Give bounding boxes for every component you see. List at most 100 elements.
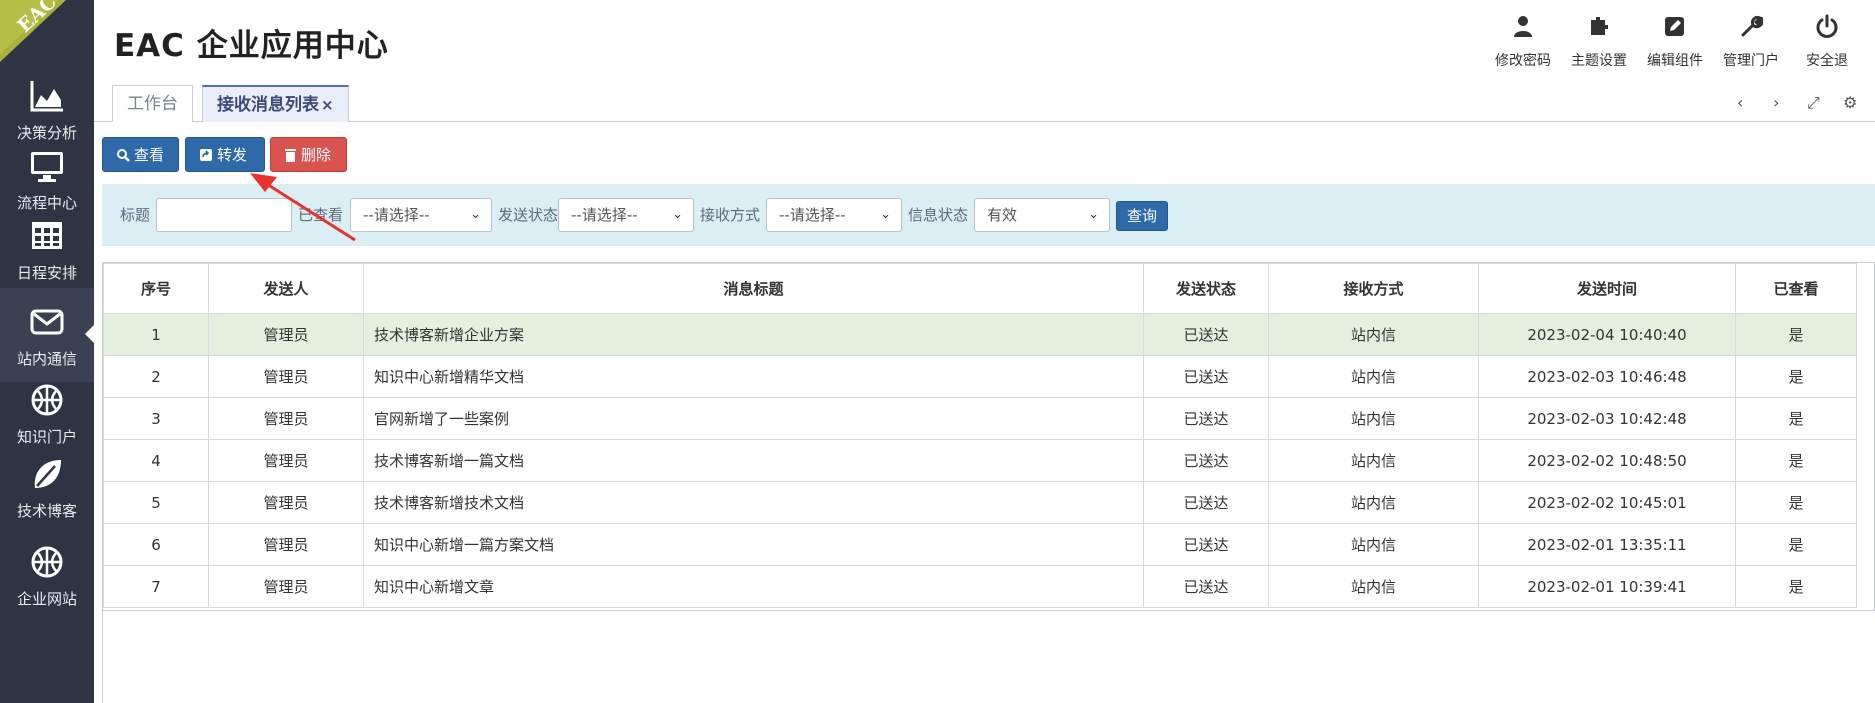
edit-components-button[interactable]: 编辑组件 — [1637, 14, 1713, 70]
column-header-title[interactable]: 消息标题 — [363, 263, 1144, 314]
chevron-down-icon: ⌄ — [470, 207, 481, 222]
table-row[interactable]: 6 管理员 知识中心新增一篇方案文档 已送达 站内信 2023-02-01 13:35:1… — [103, 523, 1857, 566]
table-row[interactable]: 7 管理员 知识中心新增文章 已送达 站内信 2023-02-01 10:39:41 是 — [103, 565, 1857, 608]
send-status-select[interactable]: --请选择-- ⌄ — [558, 198, 694, 232]
cell-send-status: 已送达 — [1143, 397, 1269, 440]
envelope-icon — [30, 309, 64, 335]
cell-send-time: 2023-02-03 10:46:48 — [1478, 355, 1736, 398]
cell-title: 技术博客新增一篇文档 — [363, 439, 1144, 482]
cell-receive-mode: 站内信 — [1268, 565, 1479, 608]
cell-send-status: 已送达 — [1143, 565, 1269, 608]
sidebar-item-label: 日程安排 — [16, 264, 77, 282]
view-button[interactable]: 查看 — [102, 137, 179, 172]
cell-title: 知识中心新增精华文档 — [363, 355, 1144, 398]
tab-bar: 工作台 接收消息列表 × ‹ › ⤢ ⚙ — [94, 85, 1875, 122]
header-toolbar: 修改密码 主题设置 编辑组件 管理门户 安全退 — [1485, 14, 1875, 74]
cell-sender: 管理员 — [208, 355, 364, 398]
title-filter-label: 标题 — [120, 206, 151, 224]
chevron-down-icon: ⌄ — [1088, 207, 1099, 222]
cell-receive-mode: 站内信 — [1268, 313, 1479, 356]
cell-sender: 管理员 — [208, 523, 364, 566]
fullscreen-icon[interactable]: ⤢ — [1807, 93, 1820, 113]
cell-index: 6 — [103, 523, 209, 566]
calendar-grid-icon — [32, 222, 62, 249]
filter-bar: 标题 已查看 --请选择-- ⌄ 发送状态 --请选择-- ⌄ 接收方式 --请… — [102, 184, 1875, 246]
info-status-select[interactable]: 有效 ⌄ — [974, 198, 1110, 232]
tab-label: 接收消息列表 — [217, 95, 319, 115]
chevron-left-icon[interactable]: ‹ — [1737, 93, 1743, 112]
delete-button[interactable]: 删除 — [270, 137, 347, 172]
column-header-sender[interactable]: 发送人 — [208, 263, 364, 314]
cell-viewed: 是 — [1735, 313, 1857, 356]
cell-index: 1 — [103, 313, 209, 356]
table-row[interactable]: 4 管理员 技术博客新增一篇文档 已送达 站内信 2023-02-02 10:48:50 是 — [103, 439, 1857, 482]
theme-settings-label: 主题设置 — [1571, 53, 1627, 69]
viewed-select[interactable]: --请选择-- ⌄ — [350, 198, 492, 232]
sidebar-item-tech-blog[interactable]: 技术博客 — [0, 440, 94, 534]
logout-button[interactable]: 安全退 — [1789, 14, 1865, 70]
column-header-index[interactable]: 序号 — [103, 263, 209, 314]
info-status-filter-label: 信息状态 — [908, 206, 969, 224]
chevron-down-icon: ⌄ — [880, 207, 891, 222]
column-header-receive-mode[interactable]: 接收方式 — [1268, 263, 1479, 314]
chevron-down-icon: ⌄ — [672, 207, 683, 222]
cell-sender: 管理员 — [208, 439, 364, 482]
message-table: 序号 发送人 消息标题 发送状态 接收方式 发送时间 已查看 1 管理员 技术博客新… — [102, 262, 1875, 611]
theme-settings-button[interactable]: 主题设置 — [1561, 14, 1637, 70]
eac-logo: EAC — [0, 0, 94, 62]
edit-components-label: 编辑组件 — [1647, 53, 1703, 69]
cell-title: 技术博客新增企业方案 — [363, 313, 1144, 356]
chevron-right-icon[interactable]: › — [1773, 93, 1779, 112]
view-label: 查看 — [134, 146, 165, 164]
cell-send-time: 2023-02-01 10:39:41 — [1478, 565, 1736, 608]
receive-mode-select[interactable]: --请选择-- ⌄ — [766, 198, 902, 232]
sidebar-item-enterprise-site[interactable]: 企业网站 — [0, 528, 94, 622]
cell-receive-mode: 站内信 — [1268, 481, 1479, 524]
cell-index: 2 — [103, 355, 209, 398]
search-icon — [117, 149, 130, 162]
monitor-icon — [31, 152, 63, 182]
basketball-icon — [31, 384, 63, 416]
sidebar-item-label: 技术博客 — [16, 502, 77, 520]
cell-viewed: 是 — [1735, 355, 1857, 398]
logout-label: 安全退 — [1806, 53, 1848, 69]
gear-icon[interactable]: ⚙ — [1843, 93, 1857, 112]
title-input[interactable] — [156, 198, 292, 232]
cell-viewed: 是 — [1735, 481, 1857, 524]
wrench-icon — [1741, 16, 1763, 37]
cell-title: 知识中心新增文章 — [363, 565, 1144, 608]
send-status-select-value: --请选择-- — [571, 206, 638, 224]
tab-workbench[interactable]: 工作台 — [112, 85, 193, 122]
cell-index: 7 — [103, 565, 209, 608]
cell-index: 3 — [103, 397, 209, 440]
puzzle-icon — [1591, 17, 1608, 35]
forward-button[interactable]: 转发 — [185, 137, 265, 172]
tab-close-icon[interactable]: × — [321, 96, 334, 114]
query-button[interactable]: 查询 — [1116, 201, 1168, 231]
column-header-viewed[interactable]: 已查看 — [1735, 263, 1857, 314]
sidebar-item-schedule[interactable]: 日程安排 — [0, 202, 94, 296]
manage-portal-button[interactable]: 管理门户 — [1713, 14, 1789, 70]
cell-send-time: 2023-02-02 10:45:01 — [1478, 481, 1736, 524]
column-header-send-status[interactable]: 发送状态 — [1143, 263, 1269, 314]
cell-title: 知识中心新增一篇方案文档 — [363, 523, 1144, 566]
table-row[interactable]: 1 管理员 技术博客新增企业方案 已送达 站内信 2023-02-04 10:40:40 是 — [103, 313, 1857, 356]
table-row[interactable]: 3 管理员 官网新增了一些案例 已送达 站内信 2023-02-03 10:42:48 是 — [103, 397, 1857, 440]
edit-icon — [1665, 17, 1684, 36]
change-password-button[interactable]: 修改密码 — [1485, 14, 1561, 70]
cell-title: 技术博客新增技术文档 — [363, 481, 1144, 524]
change-password-label: 修改密码 — [1495, 53, 1551, 69]
manage-portal-label: 管理门户 — [1723, 53, 1779, 69]
table-row[interactable]: 5 管理员 技术博客新增技术文档 已送达 站内信 2023-02-02 10:45:01 是 — [103, 481, 1857, 524]
tab-received-messages[interactable]: 接收消息列表 × — [202, 85, 349, 122]
cell-receive-mode: 站内信 — [1268, 439, 1479, 482]
viewed-filter-label: 已查看 — [298, 206, 344, 224]
table-row[interactable]: 2 管理员 知识中心新增精华文档 已送达 站内信 2023-02-03 10:46:48 是 — [103, 355, 1857, 398]
cell-sender: 管理员 — [208, 481, 364, 524]
cell-send-time: 2023-02-04 10:40:40 — [1478, 313, 1736, 356]
cell-viewed: 是 — [1735, 397, 1857, 440]
column-header-send-time[interactable]: 发送时间 — [1478, 263, 1736, 314]
cell-receive-mode: 站内信 — [1268, 397, 1479, 440]
delete-label: 删除 — [301, 146, 332, 164]
tab-controls: ‹ › ⤢ ⚙ — [1725, 85, 1875, 122]
